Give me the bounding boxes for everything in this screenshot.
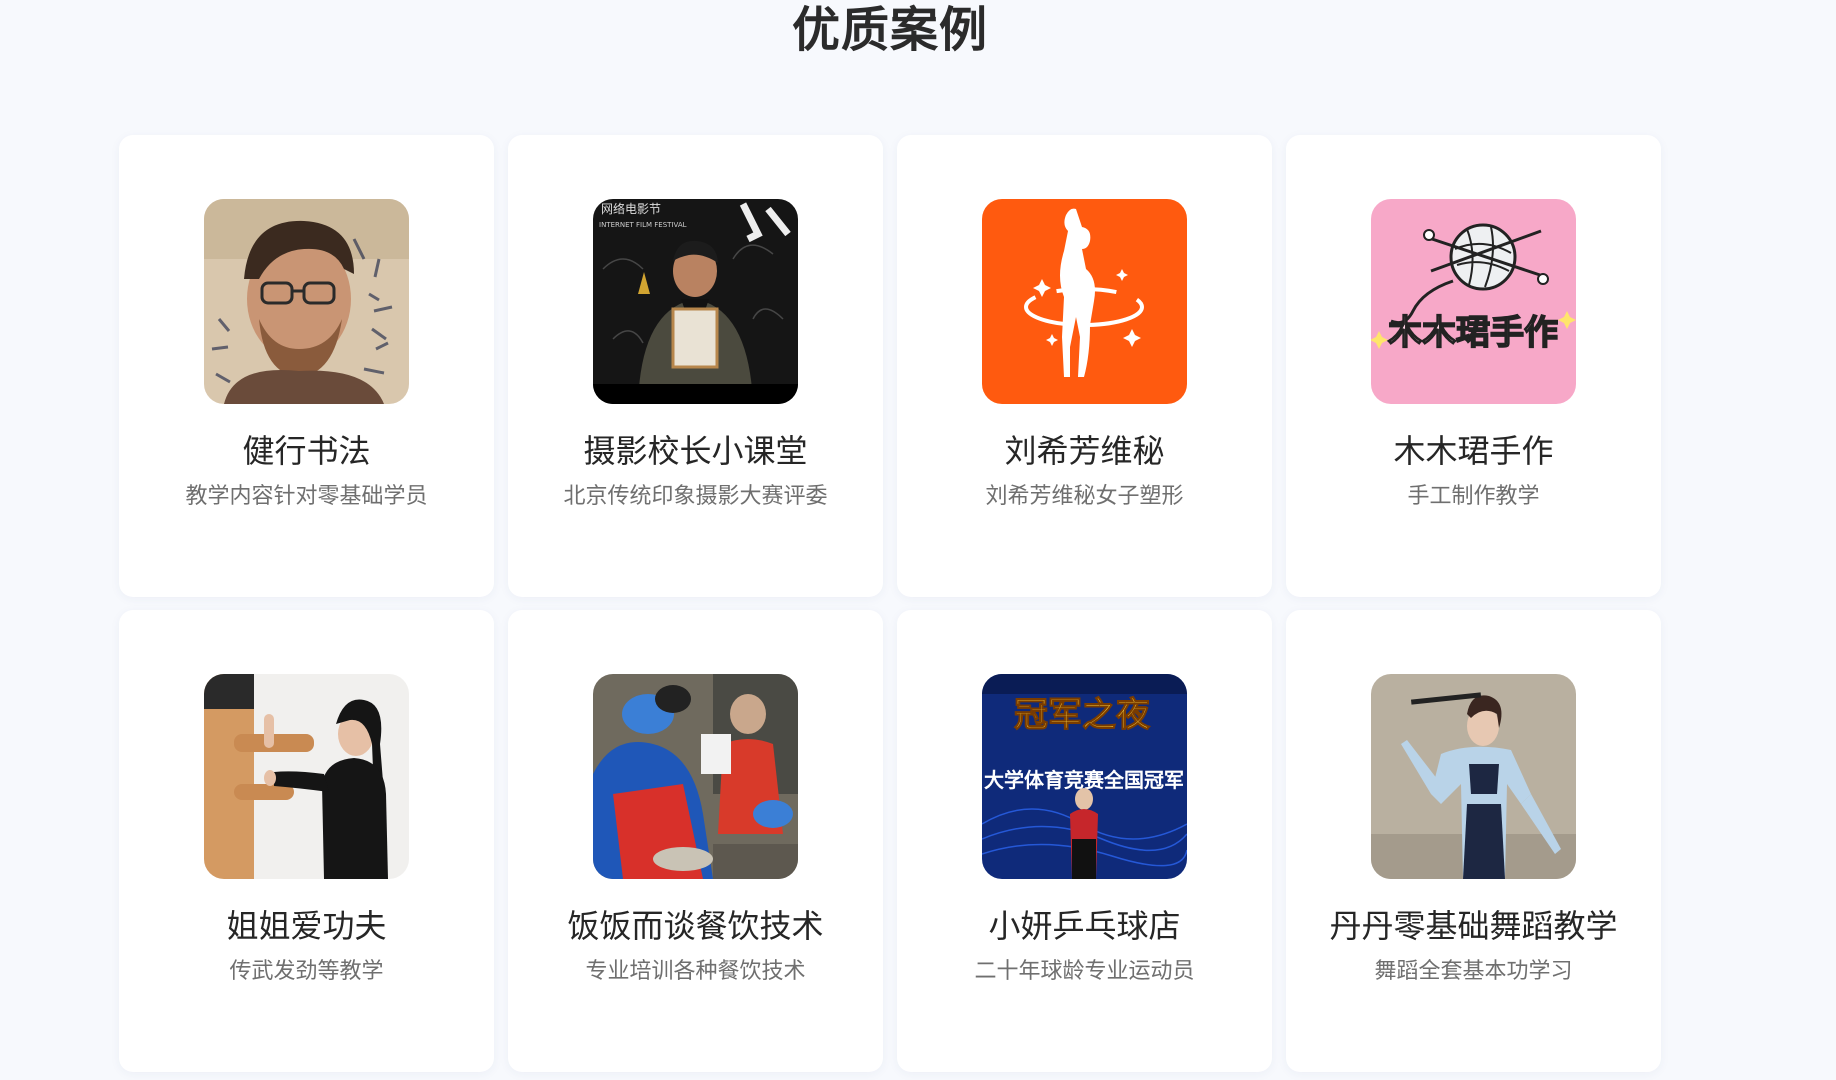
- case-title: 饭饭而谈餐饮技术: [567, 907, 824, 945]
- case-description: 手工制作教学: [1407, 484, 1540, 509]
- case-image-3: [982, 199, 1187, 404]
- photo-award-ceremony-icon: 网络电影节 INTERNET FILM FESTIVAL: [593, 199, 798, 404]
- case-description: 教学内容针对零基础学员: [185, 484, 428, 509]
- case-card-6[interactable]: 饭饭而谈餐饮技术 专业培训各种餐饮技术: [508, 610, 883, 1072]
- portrait-man-glasses-icon: [204, 199, 409, 404]
- cooking-class-photo-icon: [593, 674, 798, 879]
- case-description: 二十年球龄专业运动员: [974, 959, 1195, 984]
- silhouette-logo-icon: [982, 199, 1187, 404]
- case-description: 舞蹈全套基本功学习: [1374, 959, 1573, 984]
- case-title: 木木珺手作: [1393, 432, 1554, 470]
- kungfu-wooden-dummy-icon: [204, 674, 409, 879]
- case-description: 传武发劲等教学: [229, 959, 384, 984]
- case-title: 丹丹零基础舞蹈教学: [1329, 907, 1618, 945]
- case-card-7[interactable]: 冠军之夜 大学体育竞赛全国冠军 小妍乒乓球店 二十年球龄专业运动员: [897, 610, 1272, 1072]
- yarn-logo-text: 木木珺手作: [1387, 313, 1558, 353]
- case-description: 刘希芳维秘女子塑形: [985, 484, 1184, 509]
- yarn-ball-logo-icon: 木木珺手作: [1371, 199, 1576, 404]
- case-grid: 健行书法 教学内容针对零基础学员 网络电影节 INTERNET FILM FES…: [119, 135, 1662, 1072]
- dancer-photo-icon: [1371, 674, 1576, 879]
- case-title: 刘希芳维秘: [1004, 432, 1165, 470]
- case-image-8: [1371, 674, 1576, 879]
- award-banner-text: 网络电影节: [601, 201, 661, 216]
- case-card-3[interactable]: 刘希芳维秘 刘希芳维秘女子塑形: [897, 135, 1272, 597]
- case-image-7: 冠军之夜 大学体育竞赛全国冠军: [982, 674, 1187, 879]
- case-card-5[interactable]: 姐姐爱功夫 传武发劲等教学: [119, 610, 494, 1072]
- case-description: 专业培训各种餐饮技术: [585, 959, 806, 984]
- stage-title-text: 冠军之夜: [1014, 695, 1151, 735]
- case-title: 姐姐爱功夫: [226, 907, 387, 945]
- champion-stage-photo-icon: 冠军之夜 大学体育竞赛全国冠军: [982, 674, 1187, 879]
- case-card-8[interactable]: 丹丹零基础舞蹈教学 舞蹈全套基本功学习: [1286, 610, 1661, 1072]
- case-card-2[interactable]: 网络电影节 INTERNET FILM FESTIVAL 摄影校长小课堂 北京传…: [508, 135, 883, 597]
- case-title: 摄影校长小课堂: [583, 432, 808, 470]
- case-image-4: 木木珺手作: [1371, 199, 1576, 404]
- case-image-2: 网络电影节 INTERNET FILM FESTIVAL: [593, 199, 798, 404]
- case-image-1: [204, 199, 409, 404]
- case-card-1[interactable]: 健行书法 教学内容针对零基础学员: [119, 135, 494, 597]
- section-title: 优质案例: [791, 2, 988, 58]
- case-image-6: [593, 674, 798, 879]
- case-card-4[interactable]: 木木珺手作 木木珺手作 手工制作教学: [1286, 135, 1661, 597]
- case-description: 北京传统印象摄影大赛评委: [563, 484, 828, 509]
- case-title: 健行书法: [242, 432, 371, 470]
- case-title: 小妍乒乓球店: [988, 907, 1181, 945]
- award-banner-en-text: INTERNET FILM FESTIVAL: [599, 221, 687, 229]
- case-image-5: [204, 674, 409, 879]
